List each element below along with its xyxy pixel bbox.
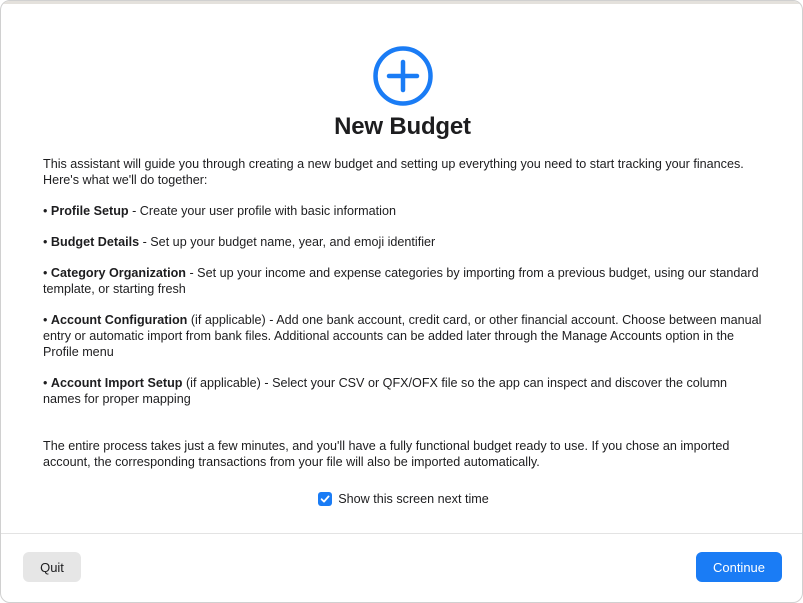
bullet-title: Category Organization — [50, 266, 186, 280]
bullet-qualifier: (if applicable) — [187, 313, 266, 327]
new-budget-dialog: New Budget This assistant will guide you… — [0, 0, 803, 603]
bullet-title: Account Configuration — [50, 313, 188, 327]
checkmark-icon — [320, 495, 330, 503]
bullet-marker: • — [43, 313, 48, 327]
bullet-marker: • — [43, 376, 48, 390]
bullet-account-configuration: • Account Configuration (if applicable) … — [43, 312, 768, 360]
bullet-category-organization: • Category Organization - Set up your in… — [43, 265, 768, 297]
intro-text: This assistant will guide you through cr… — [43, 157, 744, 187]
bullet-budget-details: • Budget Details - Set up your budget na… — [43, 234, 768, 250]
window-top-edge — [1, 1, 802, 4]
dialog-content: This assistant will guide you through cr… — [43, 156, 768, 470]
bullet-marker: • — [43, 235, 48, 249]
dialog-title: New Budget — [334, 113, 471, 140]
plus-circle-icon — [372, 46, 433, 106]
bullet-title: Profile Setup — [50, 204, 129, 218]
bullet-account-import-setup: • Account Import Setup (if applicable) -… — [43, 375, 768, 407]
bullet-qualifier: (if applicable) — [182, 376, 261, 390]
show-next-time-label[interactable]: Show this screen next time — [338, 492, 489, 506]
bullet-title: Account Import Setup — [50, 376, 183, 390]
bullet-marker: • — [43, 266, 48, 280]
bullet-title: Budget Details — [50, 235, 140, 249]
dialog-header: New Budget — [1, 45, 802, 141]
bullet-profile-setup: • Profile Setup - Create your user profi… — [43, 203, 768, 219]
show-next-time-row: Show this screen next time — [1, 492, 802, 506]
bullet-marker: • — [43, 204, 48, 218]
quit-button[interactable]: Quit — [23, 552, 81, 582]
bullet-text: - Set up your budget name, year, and emo… — [139, 235, 436, 249]
continue-button[interactable]: Continue — [696, 552, 782, 582]
bullet-text: - Create your user profile with basic in… — [128, 204, 396, 218]
show-next-time-checkbox[interactable] — [318, 492, 333, 506]
outro-text: The entire process takes just a few minu… — [43, 439, 730, 469]
footer-divider — [1, 533, 802, 534]
